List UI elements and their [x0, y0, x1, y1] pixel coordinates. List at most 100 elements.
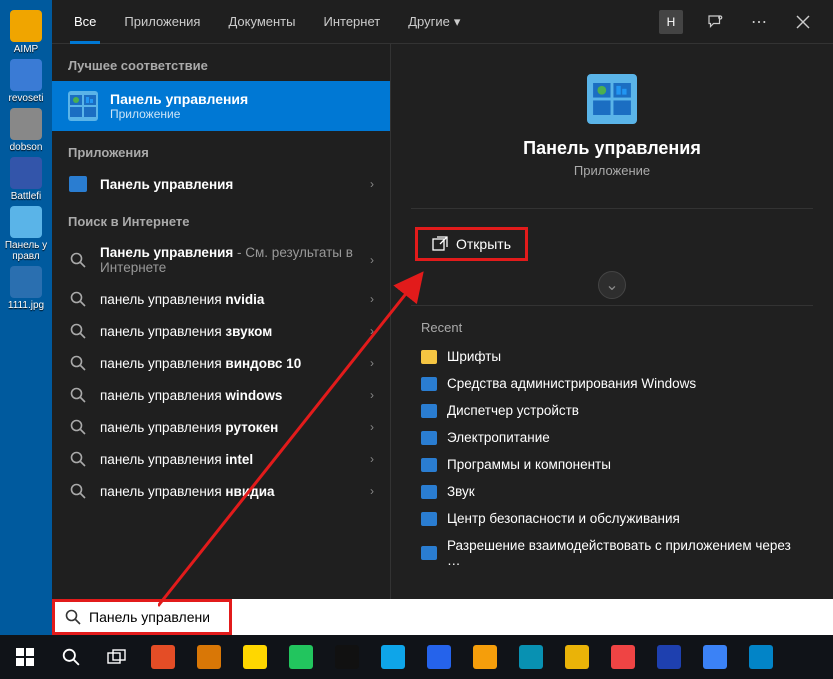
- app-hero: Панель управления Приложение: [391, 44, 833, 198]
- desktop-icon[interactable]: dobson: [4, 108, 48, 153]
- best-match-item[interactable]: Панель управления Приложение: [52, 81, 390, 131]
- recent-header: Recent: [391, 316, 833, 343]
- avatar: Н: [659, 10, 683, 34]
- more-options-button[interactable]: ⋯: [739, 2, 779, 42]
- result-label: панель управления нвидиа: [100, 484, 358, 499]
- taskbar-app[interactable]: [416, 635, 462, 679]
- start-button[interactable]: [2, 635, 48, 679]
- desktop-icon[interactable]: Battlefi: [4, 157, 48, 202]
- chevron-right-icon: ›: [370, 253, 374, 267]
- search-taskbar-button[interactable]: [48, 635, 94, 679]
- app-icon: [335, 645, 359, 669]
- result-item-web[interactable]: панель управления нвидиа ›: [52, 475, 390, 507]
- tab-all[interactable]: Все: [62, 0, 108, 44]
- result-item-web[interactable]: панель управления intel ›: [52, 443, 390, 475]
- taskbar-app[interactable]: [554, 635, 600, 679]
- search-box[interactable]: [52, 599, 232, 635]
- result-item-app[interactable]: Панель управления ›: [52, 168, 390, 200]
- result-item-web[interactable]: панель управления рутокен ›: [52, 411, 390, 443]
- recent-item[interactable]: Центр безопасности и обслуживания: [391, 505, 833, 532]
- desktop-icon-label: Battlefi: [11, 191, 42, 202]
- search-bar: [52, 599, 833, 635]
- app-icon: [10, 108, 42, 140]
- taskbar-app[interactable]: [186, 635, 232, 679]
- taskbar-app[interactable]: [600, 635, 646, 679]
- taskbar: [0, 635, 833, 679]
- app-icon: [703, 645, 727, 669]
- app-title: Панель управления: [523, 138, 701, 159]
- taskbar-app[interactable]: [140, 635, 186, 679]
- recent-item[interactable]: Программы и компоненты: [391, 451, 833, 478]
- account-button[interactable]: Н: [651, 2, 691, 42]
- result-item-web[interactable]: панель управления виндовс 10 ›: [52, 347, 390, 379]
- taskbar-app[interactable]: [324, 635, 370, 679]
- search-body: Лучшее соответствие Панель управления Пр…: [52, 44, 833, 635]
- task-view-button[interactable]: [94, 635, 140, 679]
- recent-item-icon: [421, 377, 437, 391]
- search-icon: [68, 252, 88, 268]
- search-icon: [68, 451, 88, 467]
- details-pane: Панель управления Приложение Открыть ⌄ R…: [390, 44, 833, 635]
- app-icon: [749, 645, 773, 669]
- tab-internet[interactable]: Интернет: [311, 0, 392, 44]
- result-label: панель управления intel: [100, 452, 358, 467]
- control-panel-icon: [68, 176, 88, 192]
- chevron-right-icon: ›: [370, 292, 374, 306]
- result-item-web[interactable]: панель управления звуком ›: [52, 315, 390, 347]
- close-button[interactable]: [783, 2, 823, 42]
- taskbar-app[interactable]: [646, 635, 692, 679]
- recent-item-icon: [421, 458, 437, 472]
- result-item-web[interactable]: панель управления nvidia ›: [52, 283, 390, 315]
- recent-item[interactable]: Шрифты: [391, 343, 833, 370]
- desktop-icon-label: 1111.jpg: [8, 300, 44, 311]
- search-icon: [68, 483, 88, 499]
- app-icon: [10, 266, 42, 298]
- app-icon: [657, 645, 681, 669]
- taskbar-app[interactable]: [278, 635, 324, 679]
- feedback-icon: [706, 13, 724, 31]
- search-icon: [68, 291, 88, 307]
- search-input[interactable]: [89, 609, 209, 625]
- chevron-right-icon: ›: [370, 484, 374, 498]
- tab-more[interactable]: Другие ▾: [396, 0, 472, 44]
- search-icon: [62, 648, 80, 666]
- feedback-button[interactable]: [695, 2, 735, 42]
- taskbar-app[interactable]: [692, 635, 738, 679]
- open-button[interactable]: Открыть: [415, 227, 528, 261]
- section-apps: Приложения: [52, 131, 390, 168]
- recent-item[interactable]: Звук: [391, 478, 833, 505]
- recent-item[interactable]: Разрешение взаимодействовать с приложени…: [391, 532, 833, 574]
- control-panel-icon: [68, 91, 98, 121]
- app-icon: [10, 10, 42, 42]
- open-icon: [432, 236, 448, 252]
- desktop-icon-label: dobson: [10, 142, 43, 153]
- app-icon: [197, 645, 221, 669]
- recent-item[interactable]: Средства администрирования Windows: [391, 370, 833, 397]
- expand-button[interactable]: ⌄: [598, 271, 626, 299]
- recent-item[interactable]: Электропитание: [391, 424, 833, 451]
- chevron-right-icon: ›: [370, 177, 374, 191]
- recent-item-icon: [421, 485, 437, 499]
- taskbar-app[interactable]: [370, 635, 416, 679]
- search-icon: [65, 609, 81, 625]
- tab-documents[interactable]: Документы: [216, 0, 307, 44]
- open-label: Открыть: [456, 236, 511, 252]
- result-label: Панель управления: [100, 177, 358, 192]
- result-label: панель управления windows: [100, 388, 358, 403]
- taskbar-app[interactable]: [232, 635, 278, 679]
- desktop-icon[interactable]: 1111.jpg: [4, 266, 48, 311]
- search-icon: [68, 419, 88, 435]
- desktop-icon[interactable]: AIMP: [4, 10, 48, 55]
- taskbar-app[interactable]: [738, 635, 784, 679]
- desktop-icon[interactable]: revoseti: [4, 59, 48, 104]
- recent-item-icon: [421, 350, 437, 364]
- taskbar-app[interactable]: [508, 635, 554, 679]
- tab-apps[interactable]: Приложения: [112, 0, 212, 44]
- start-search-panel: Все Приложения Документы Интернет Другие…: [52, 0, 833, 635]
- app-icon: [473, 645, 497, 669]
- desktop-icon[interactable]: Панель управл: [4, 206, 48, 262]
- taskbar-app[interactable]: [462, 635, 508, 679]
- recent-item[interactable]: Диспетчер устройств: [391, 397, 833, 424]
- result-item-web[interactable]: панель управления windows ›: [52, 379, 390, 411]
- result-item-web[interactable]: Панель управления - См. результаты в Инт…: [52, 237, 390, 283]
